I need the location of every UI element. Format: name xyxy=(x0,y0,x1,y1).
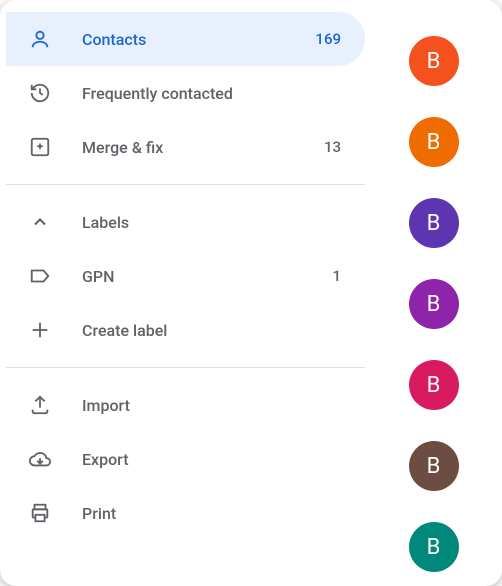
sidebar-item-label: Merge & fix xyxy=(82,138,324,157)
sidebar-item-export[interactable]: Export xyxy=(6,432,365,486)
sidebar-item-label: Import xyxy=(82,396,341,415)
contact-avatar[interactable]: B xyxy=(409,117,459,167)
print-icon xyxy=(28,501,52,525)
sidebar-item-label: Contacts xyxy=(82,30,315,49)
contact-avatar[interactable]: B xyxy=(409,198,459,248)
sidebar-item-create-label[interactable]: Create label xyxy=(6,303,365,357)
sidebar-item-label: Print xyxy=(82,504,341,523)
person-icon xyxy=(28,27,52,51)
sparkle-box-icon xyxy=(28,135,52,159)
contact-avatar[interactable]: B xyxy=(409,36,459,86)
contact-avatar[interactable]: B xyxy=(409,279,459,329)
label-icon xyxy=(28,264,52,288)
cloud-download-icon xyxy=(28,447,52,471)
item-count: 1 xyxy=(332,267,341,285)
sidebar-item-label: GPN xyxy=(82,267,332,286)
sidebar-item-label: Export xyxy=(82,450,341,469)
upload-icon xyxy=(28,393,52,417)
contact-avatar[interactable]: B xyxy=(409,441,459,491)
sidebar-item-label: Labels xyxy=(82,213,341,232)
history-icon xyxy=(28,81,52,105)
contact-avatar-list: BBBBBBB xyxy=(365,12,502,574)
sidebar-item-merge[interactable]: Merge & fix 13 xyxy=(6,120,365,174)
sidebar-item-label: Create label xyxy=(82,321,341,340)
sidebar-item-print[interactable]: Print xyxy=(6,486,365,540)
contact-avatar[interactable]: B xyxy=(409,522,459,572)
sidebar-item-import[interactable]: Import xyxy=(6,378,365,432)
sidebar: Contacts 169 Frequently contacted Merge … xyxy=(0,12,365,574)
sidebar-item-labels[interactable]: Labels xyxy=(6,195,365,249)
contact-avatar[interactable]: B xyxy=(409,360,459,410)
sidebar-item-gpn[interactable]: GPN 1 xyxy=(6,249,365,303)
sidebar-item-contacts[interactable]: Contacts 169 xyxy=(6,12,365,66)
sidebar-item-label: Frequently contacted xyxy=(82,84,341,103)
item-count: 13 xyxy=(324,138,341,156)
plus-icon xyxy=(28,318,52,342)
divider xyxy=(6,184,365,185)
divider xyxy=(6,367,365,368)
item-count: 169 xyxy=(315,30,341,48)
sidebar-item-frequent[interactable]: Frequently contacted xyxy=(6,66,365,120)
chevron-up-icon xyxy=(28,210,52,234)
